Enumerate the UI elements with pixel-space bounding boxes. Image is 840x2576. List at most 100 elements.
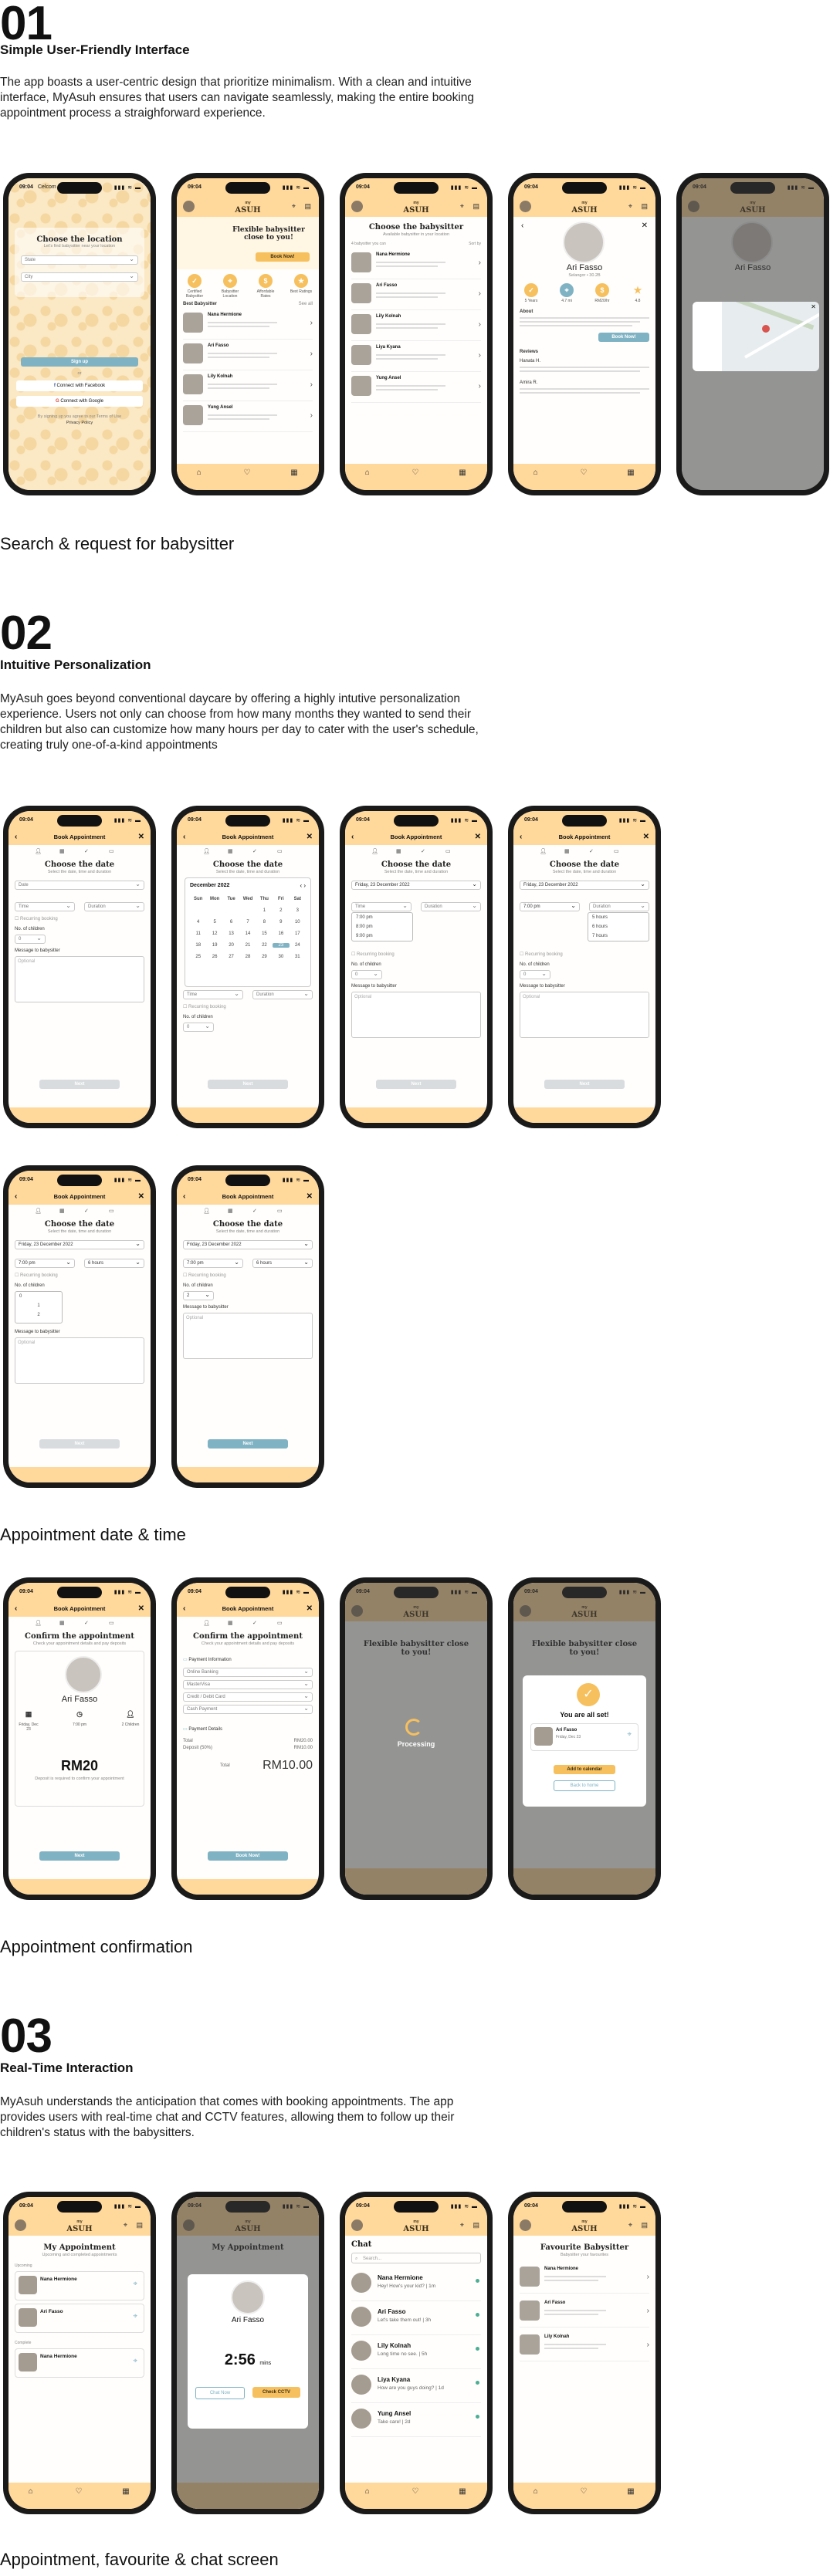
next-button[interactable]: Next (544, 1080, 625, 1089)
category-location[interactable]: ⌖ Babysitter Location (218, 274, 242, 299)
children-option[interactable]: 2 (15, 1310, 62, 1320)
next-button[interactable]: Next (376, 1080, 456, 1089)
message-textarea[interactable]: Optional (351, 992, 481, 1038)
message-textarea[interactable]: Optional (15, 956, 144, 1002)
calendar-day[interactable]: 1 (256, 908, 273, 913)
calendar-day[interactable]: 20 (223, 943, 239, 948)
calendar-icon[interactable]: ▦ (122, 2487, 129, 2496)
check-cctv-button[interactable]: Check CCTV (252, 2387, 300, 2398)
heart-icon[interactable]: ♡ (412, 468, 418, 477)
list-item[interactable]: Lily Kolnah › (183, 371, 313, 401)
calendar-day[interactable]: 29 (256, 955, 273, 959)
children-option[interactable]: 0 (15, 1292, 62, 1301)
search-input[interactable]: ⌕ Search... (351, 2253, 481, 2263)
date-select[interactable]: Friday, 23 December 2022 (183, 1240, 313, 1249)
signup-button[interactable]: Sign up (21, 357, 138, 367)
back-icon[interactable]: ‹ (521, 221, 523, 230)
category-rates[interactable]: $ Affordable Rates (254, 274, 277, 299)
back-icon[interactable]: ‹ (15, 1601, 17, 1617)
duration-select[interactable]: Duration (84, 902, 144, 911)
calendar-day[interactable]: 21 (239, 943, 256, 948)
list-item[interactable]: Nana Hermione › (183, 309, 313, 340)
home-icon[interactable]: ⌂ (533, 2487, 538, 2496)
calendar-day[interactable]: 5 (206, 920, 222, 925)
chat-icon[interactable]: ▤ (641, 202, 648, 211)
calendar-picker[interactable]: December 2022 ‹ › Sun Mon Tue Wed Thu Fri Sat 1… (185, 877, 311, 987)
children-option[interactable]: 1 (15, 1301, 62, 1310)
list-item[interactable]: Lily Kolnah › (351, 311, 481, 341)
duration-select[interactable]: 6 hours (84, 1259, 144, 1268)
location-icon[interactable]: ⌖ (292, 202, 296, 211)
recurring-checkbox[interactable]: ☐ Recurring booking (15, 1273, 58, 1278)
calendar-day[interactable]: 15 (256, 931, 273, 936)
calendar-day[interactable]: 25 (190, 955, 206, 959)
google-button[interactable]: G Connect with Google (16, 396, 143, 407)
message-textarea[interactable]: Optional (183, 1313, 313, 1359)
chat-icon[interactable]: ▤ (641, 2221, 648, 2229)
next-button[interactable]: Next (39, 1851, 120, 1861)
next-button[interactable]: Next (39, 1439, 120, 1449)
recurring-checkbox[interactable]: ☐ Recurring booking (15, 916, 58, 921)
calendar-icon[interactable]: ▦ (290, 468, 297, 477)
calendar-day[interactable]: 17 (290, 931, 306, 936)
date-select[interactable]: Friday, 23 December 2022 (15, 1240, 144, 1249)
close-icon[interactable]: ✕ (138, 1189, 144, 1205)
chat-now-button[interactable]: Chat Now (195, 2387, 245, 2399)
location-icon[interactable]: ⌖ (460, 2221, 464, 2229)
calendar-day[interactable]: 27 (223, 955, 239, 959)
chat-row[interactable]: Yung Ansel Take care! | 2d (351, 2402, 481, 2437)
recurring-checkbox[interactable]: ☐ Recurring booking (351, 952, 395, 957)
home-icon[interactable]: ⌂ (365, 2487, 370, 2496)
back-icon[interactable]: ‹ (15, 830, 17, 845)
payment-option[interactable]: Online Banking (183, 1668, 313, 1677)
heart-icon[interactable]: ♡ (580, 468, 587, 477)
close-icon[interactable]: ✕ (643, 830, 649, 845)
duration-option[interactable]: 6 hours (588, 922, 649, 931)
calendar-grid[interactable]: Sun Mon Tue Wed Thu Fri Sat 1 2 3 4 5 6 7 8 9 10 11 12 13 14… (190, 897, 306, 959)
home-icon[interactable]: ⌂ (197, 468, 202, 477)
next-button[interactable]: Next (208, 1439, 288, 1449)
avatar[interactable] (520, 201, 531, 212)
calendar-day[interactable]: 26 (206, 955, 222, 959)
duration-select[interactable]: 6 hours (252, 1259, 313, 1268)
children-select[interactable]: 0 (520, 970, 550, 979)
time-option[interactable]: 7:00 pm (352, 913, 412, 922)
calendar-day[interactable]: 12 (206, 931, 222, 936)
duration-dropdown[interactable]: 5 hours 6 hours 7 hours (588, 912, 649, 941)
recurring-checkbox[interactable]: ☐ Recurring booking (520, 952, 563, 957)
add-calendar-button[interactable]: Add to calendar (554, 1765, 615, 1774)
calendar-day[interactable]: 18 (190, 943, 206, 948)
back-home-button[interactable]: Back to home (554, 1780, 615, 1791)
next-button[interactable]: Next (208, 1080, 288, 1089)
book-now-button[interactable]: Book Now! (598, 333, 649, 342)
sort-button[interactable]: Sort by (469, 242, 481, 246)
close-icon[interactable]: ✕ (642, 221, 648, 230)
calendar-icon[interactable]: ▦ (459, 468, 466, 477)
location-icon[interactable]: ⌖ (460, 202, 464, 211)
time-option[interactable]: 8:00 pm (352, 922, 412, 931)
time-select[interactable]: 7:00 pm (183, 1259, 243, 1268)
time-dropdown[interactable]: 7:00 pm 8:00 pm 9:00 pm (351, 912, 413, 941)
close-icon[interactable]: ✕ (475, 830, 481, 845)
children-select[interactable]: 0 (183, 1023, 214, 1032)
back-icon[interactable]: ‹ (351, 830, 354, 845)
date-select[interactable]: Date (15, 881, 144, 890)
list-item[interactable]: Yung Ansel › (351, 373, 481, 403)
calendar-day[interactable]: 19 (206, 943, 222, 948)
close-icon[interactable]: ✕ (307, 1189, 313, 1205)
calendar-day[interactable]: 9 (273, 920, 289, 925)
calendar-day[interactable]: 4 (190, 920, 206, 925)
list-item[interactable]: Ari Fasso › (183, 340, 313, 370)
chat-row[interactable]: Nana Hermione Hey! How's your kid? | 1m (351, 2267, 481, 2301)
close-icon[interactable]: ✕ (138, 1601, 144, 1617)
calendar-day[interactable]: 2 (273, 908, 289, 913)
avatar[interactable] (520, 2219, 531, 2231)
time-select[interactable]: Time (183, 990, 243, 999)
appointment-card[interactable]: Ari Fasso ⌖ (15, 2304, 144, 2333)
close-icon[interactable]: ✕ (307, 1601, 313, 1617)
next-button[interactable]: Next (39, 1080, 120, 1089)
time-option[interactable]: 9:00 pm (352, 931, 412, 941)
calendar-icon[interactable]: ▦ (459, 2487, 466, 2496)
payment-option[interactable]: MasterVisa (183, 1680, 313, 1689)
chat-icon[interactable]: ▤ (304, 202, 311, 211)
